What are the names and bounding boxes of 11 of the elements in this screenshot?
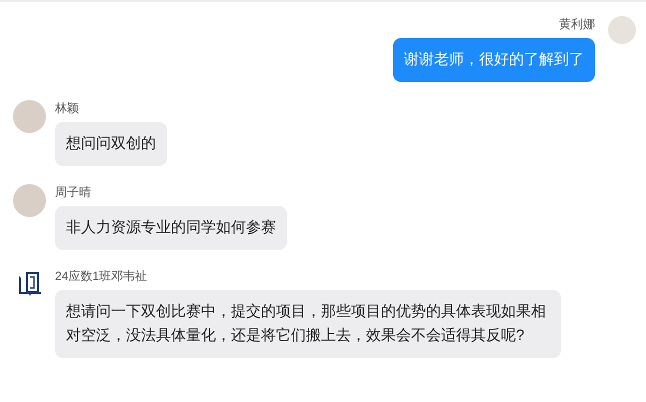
message-bubble: 非人力资源专业的同学如何参赛 xyxy=(55,206,287,250)
message-bubble: 想请问一下双创比赛中，提交的项目，那些项目的优势的具体表现如果相对空泛，没法具体量化，还是将它们搬上去，效果会不会适得其反呢? xyxy=(55,290,561,358)
avatar xyxy=(608,16,636,44)
sender-name: 林颖 xyxy=(55,100,79,116)
sender-name: 黄利娜 xyxy=(559,16,595,32)
message-bubble: 想问问双创的 xyxy=(55,122,167,166)
sender-name: 24应数1班邓韦祉 xyxy=(55,268,148,284)
avatar xyxy=(13,100,46,133)
message-bubble: 谢谢老师，很好的了解到了 xyxy=(393,38,595,82)
sender-name: 周子晴 xyxy=(55,184,91,200)
avatar xyxy=(13,184,46,217)
